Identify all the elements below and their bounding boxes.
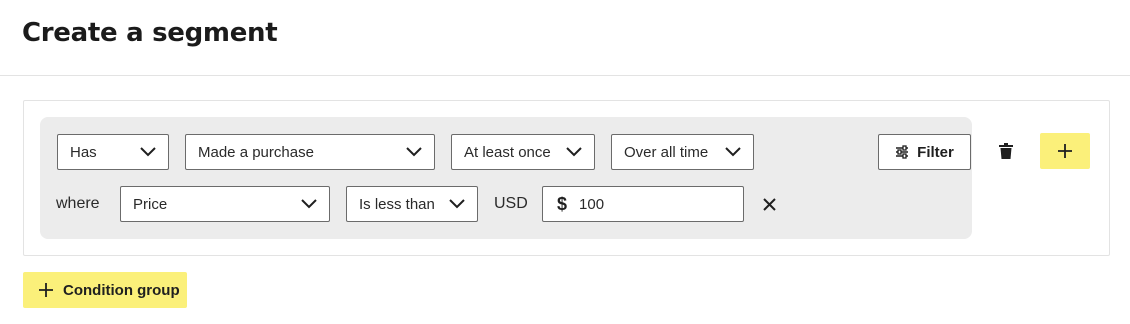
amount-field[interactable]: $: [542, 186, 744, 222]
has-select[interactable]: Has: [57, 134, 169, 170]
dollar-icon: $: [557, 193, 568, 214]
property-select-value: Price: [133, 195, 168, 213]
header-divider: [0, 75, 1130, 76]
plus-icon: [1058, 144, 1072, 158]
operator-select-value: Is less than: [359, 195, 435, 213]
close-icon: [762, 197, 776, 211]
operator-select[interactable]: Is less than: [346, 186, 478, 222]
page-title: Create a segment: [22, 18, 278, 48]
event-select-value: Made a purchase: [198, 143, 314, 161]
remove-filter-button[interactable]: [759, 194, 779, 214]
chevron-down-icon: [406, 147, 422, 157]
frequency-select-value: At least once: [464, 143, 551, 161]
filter-button-label: Filter: [917, 143, 954, 161]
where-label: where: [56, 195, 100, 212]
has-select-value: Has: [70, 143, 97, 161]
add-condition-group-button[interactable]: Condition group: [23, 272, 187, 308]
condition-group-label: Condition group: [63, 281, 180, 299]
event-select[interactable]: Made a purchase: [185, 134, 435, 170]
chevron-down-icon: [140, 147, 156, 157]
segment-card: Has Made a purchase At least once Over a…: [23, 100, 1110, 256]
currency-label: USD: [494, 195, 528, 212]
trash-icon: [999, 143, 1013, 159]
property-select[interactable]: Price: [120, 186, 330, 222]
chevron-down-icon: [725, 147, 741, 157]
filter-button[interactable]: Filter: [878, 134, 971, 170]
time-range-select-value: Over all time: [624, 143, 709, 161]
delete-condition-button[interactable]: [996, 141, 1016, 161]
chevron-down-icon: [449, 199, 465, 209]
plus-icon: [39, 283, 53, 297]
add-condition-button[interactable]: [1040, 133, 1090, 169]
frequency-select[interactable]: At least once: [451, 134, 595, 170]
amount-input[interactable]: [579, 195, 720, 213]
condition-block: Has Made a purchase At least once Over a…: [40, 117, 972, 239]
chevron-down-icon: [566, 147, 582, 157]
sliders-icon: [896, 145, 909, 159]
time-range-select[interactable]: Over all time: [611, 134, 754, 170]
chevron-down-icon: [301, 199, 317, 209]
